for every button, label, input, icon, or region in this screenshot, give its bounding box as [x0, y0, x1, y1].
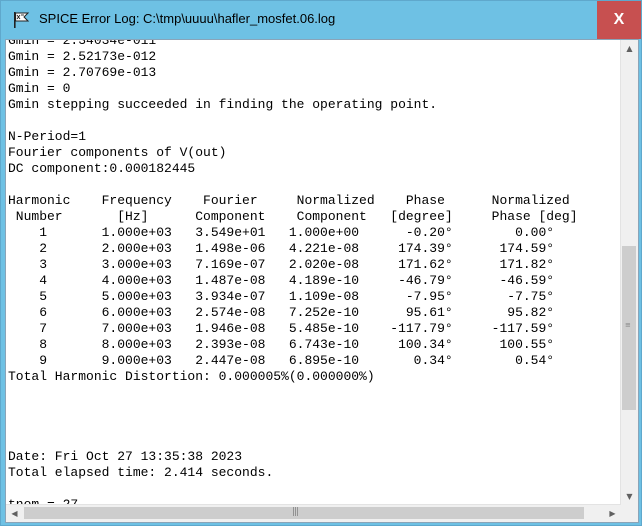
close-icon: X [613, 11, 625, 28]
title-bar[interactable]: SPICE Error Log: C:\tmp\uuuu\hafler_mosf… [1, 1, 641, 39]
error-log-window: SPICE Error Log: C:\tmp\uuuu\hafler_mosf… [0, 0, 642, 526]
scrollbar-corner [621, 505, 638, 522]
vertical-scrollbar[interactable]: ▲ ≡ ▼ [620, 40, 638, 505]
vertical-scroll-thumb[interactable]: ≡ [622, 246, 636, 410]
log-viewer: Gmin = 2.34034e-011 Gmin = 2.52173e-012 … [5, 39, 639, 523]
spice-pennant-icon[interactable] [11, 10, 31, 30]
grip-icon: ≡ [625, 321, 631, 329]
scroll-down-arrow-icon[interactable]: ▼ [621, 488, 638, 505]
horizontal-scroll-thumb[interactable]: ||| [24, 507, 584, 519]
window-title: SPICE Error Log: C:\tmp\uuuu\hafler_mosf… [39, 11, 336, 26]
grip-icon: ||| [292, 507, 299, 517]
log-content: Gmin = 2.34034e-011 Gmin = 2.52173e-012 … [8, 40, 578, 505]
scroll-left-arrow-icon[interactable]: ◀ [6, 505, 23, 522]
scroll-up-arrow-icon[interactable]: ▲ [621, 40, 638, 57]
scroll-right-arrow-icon[interactable]: ▶ [604, 505, 621, 522]
log-text-area[interactable]: Gmin = 2.34034e-011 Gmin = 2.52173e-012 … [6, 40, 621, 505]
close-button[interactable]: X [597, 1, 641, 39]
horizontal-scrollbar[interactable]: ◀ ||| ▶ [6, 504, 621, 522]
